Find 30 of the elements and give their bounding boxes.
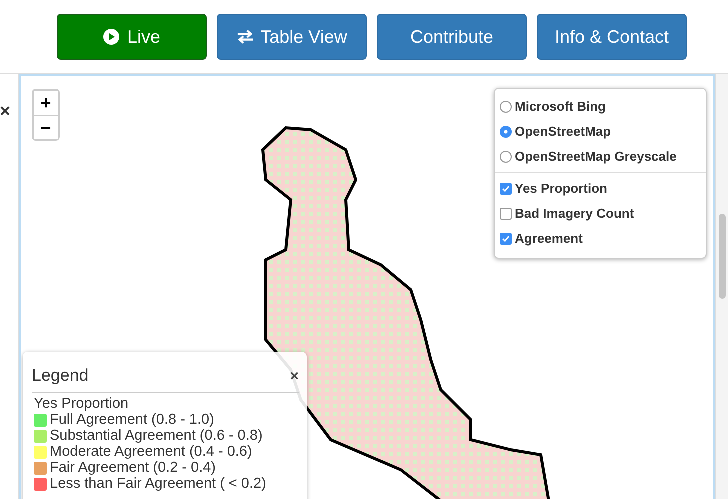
legend-label: Less than Fair Agreement ( < 0.2) [50, 476, 266, 492]
radio-button[interactable] [500, 100, 512, 112]
nav-button[interactable]: Contribute [377, 14, 527, 60]
layer-option[interactable]: OpenStreetMap [500, 119, 706, 144]
legend-label: Fair Agreement (0.2 - 0.4) [50, 460, 216, 476]
checkbox[interactable] [500, 182, 512, 194]
nav-button[interactable]: Table View [217, 14, 367, 60]
zoom-out-button[interactable]: − [34, 115, 58, 139]
radio-button[interactable] [500, 126, 512, 138]
legend-title: Legend [32, 366, 89, 386]
close-icon[interactable]: × [290, 368, 299, 384]
close-icon[interactable]: × [0, 102, 11, 120]
legend-label: Moderate Agreement (0.4 - 0.6) [50, 444, 252, 460]
checkbox[interactable] [500, 232, 512, 244]
layer-option[interactable]: Agreement [500, 226, 706, 251]
radio-button[interactable] [500, 150, 512, 162]
layer-option[interactable]: Yes Proportion [500, 176, 706, 201]
layer-option[interactable]: Bad Imagery Count [500, 201, 706, 226]
legend-label: Substantial Agreement (0.6 - 0.8) [50, 428, 263, 444]
scrollbar[interactable] [715, 74, 728, 499]
play-icon [103, 29, 120, 45]
layer-option[interactable]: OpenStreetMap Greyscale [500, 144, 706, 169]
layer-option[interactable]: Microsoft Bing [500, 94, 706, 119]
nav-button[interactable]: Info & Contact [537, 14, 687, 60]
nav-button[interactable]: Live [57, 14, 207, 60]
checkbox[interactable] [500, 208, 512, 220]
scrollbar-thumb[interactable] [719, 214, 726, 299]
swap-arrows-icon [236, 29, 254, 45]
legend-label: Full Agreement (0.8 - 1.0) [50, 412, 214, 428]
legend-subtitle: Yes Proportion [34, 396, 130, 412]
